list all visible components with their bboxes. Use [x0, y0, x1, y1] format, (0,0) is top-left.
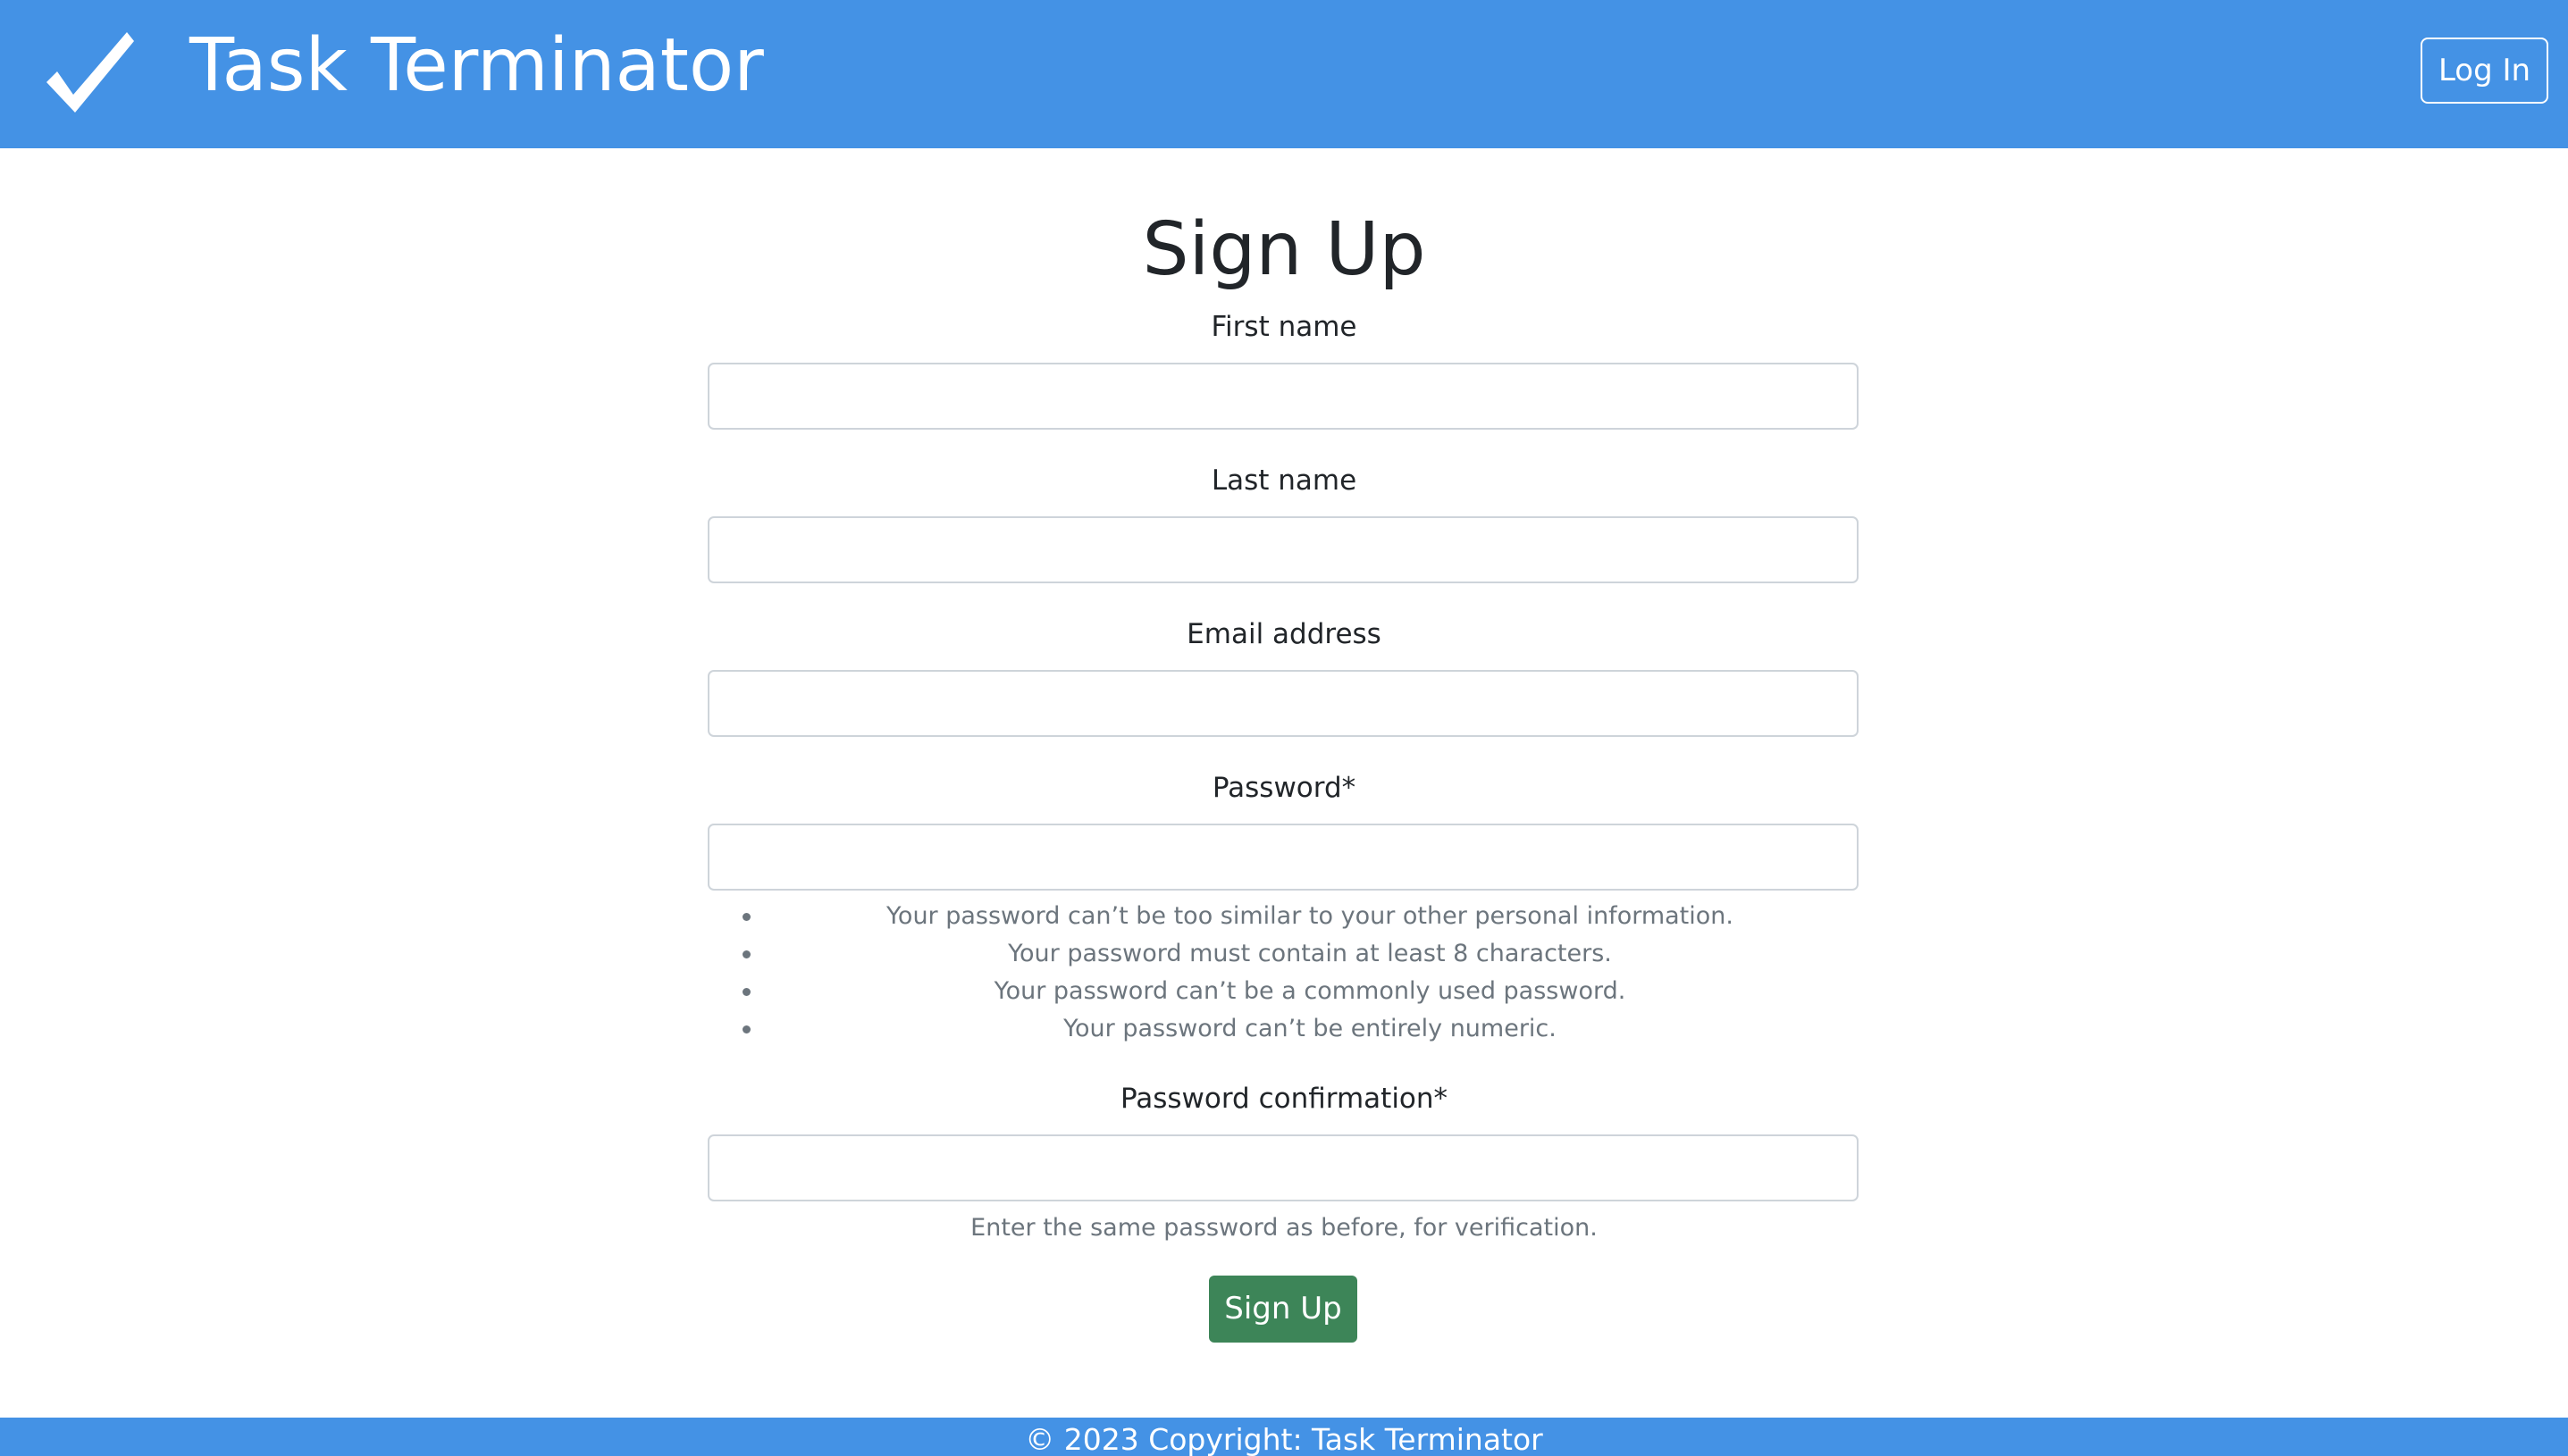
- password-help-text: Your password must contain at least 8 ch…: [1008, 940, 1612, 967]
- page-title: Sign Up: [1142, 207, 1426, 292]
- bullet-icon: [743, 1025, 751, 1033]
- password-help-text: Your password can’t be entirely numeric.: [1063, 1015, 1557, 1042]
- login-button[interactable]: Log In: [2421, 38, 2548, 104]
- bullet-icon: [743, 950, 751, 958]
- password-confirmation-help: Enter the same password as before, for v…: [970, 1214, 1598, 1242]
- first-name-input[interactable]: [708, 363, 1859, 430]
- brand-title[interactable]: Task Terminator: [189, 21, 764, 111]
- navbar: Task Terminator Log In: [0, 0, 2568, 148]
- password-help-item: Your password can’t be a commonly used p…: [708, 973, 1859, 1010]
- password-label: Password*: [1212, 772, 1356, 804]
- last-name-input[interactable]: [708, 516, 1859, 583]
- password-confirmation-label: Password confirmation*: [1120, 1083, 1448, 1115]
- password-input[interactable]: [708, 824, 1859, 891]
- checkmark-icon: [46, 32, 134, 113]
- bullet-icon: [743, 913, 751, 921]
- sign-up-button[interactable]: Sign Up: [1209, 1276, 1357, 1343]
- password-help-item: Your password can’t be entirely numeric.: [708, 1010, 1859, 1048]
- footer-copyright: © 2023 Copyright: Task Terminator: [1025, 1422, 1543, 1456]
- last-name-label: Last name: [1211, 464, 1357, 497]
- email-label: Email address: [1187, 618, 1381, 650]
- first-name-label: First name: [1211, 311, 1357, 343]
- password-confirmation-input[interactable]: [708, 1134, 1859, 1201]
- password-help-text: Your password can’t be too similar to yo…: [886, 902, 1733, 930]
- password-help-item: Your password can’t be too similar to yo…: [708, 898, 1859, 935]
- password-help-list: Your password can’t be too similar to yo…: [708, 898, 1859, 1048]
- password-help-item: Your password must contain at least 8 ch…: [708, 935, 1859, 973]
- email-input[interactable]: [708, 670, 1859, 737]
- password-help-text: Your password can’t be a commonly used p…: [994, 977, 1626, 1005]
- bullet-icon: [743, 988, 751, 996]
- footer: © 2023 Copyright: Task Terminator: [0, 1418, 2568, 1456]
